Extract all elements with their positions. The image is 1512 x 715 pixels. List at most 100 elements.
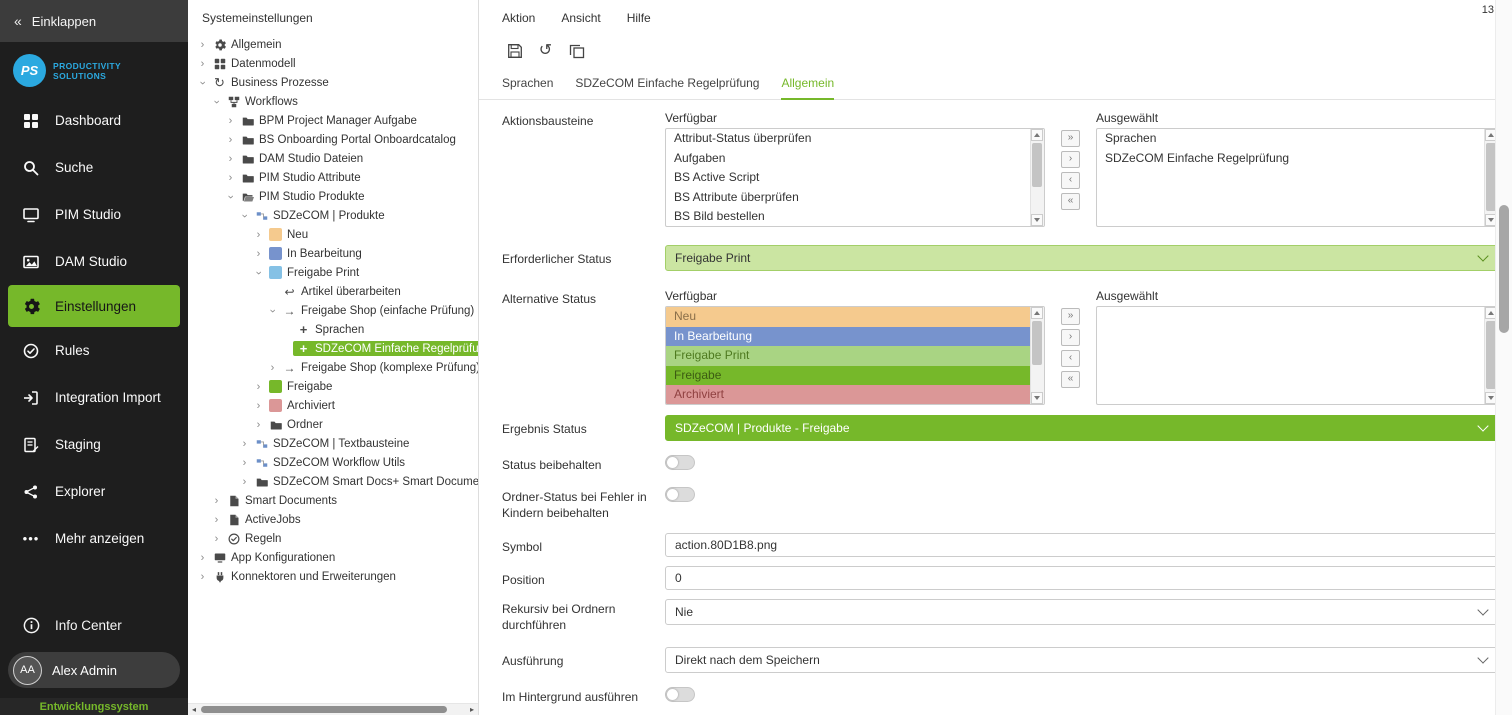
scrollbar-thumb[interactable]: [1032, 143, 1042, 187]
tree-item-sdzecom-workflow-utils[interactable]: ›SDZeCOM Workflow Utils: [188, 453, 478, 472]
expand-arrow-icon[interactable]: ›: [210, 495, 223, 507]
menu-hilfe[interactable]: Hilfe: [627, 11, 651, 25]
tree-item-workflows[interactable]: ›Workflows: [188, 92, 478, 111]
collapse-arrow-icon[interactable]: ›: [225, 190, 237, 203]
aktionsbausteine-available-list[interactable]: Attribut-Status überprüfenAufgabenBS Act…: [665, 128, 1045, 227]
tree-item-freigabe-print[interactable]: ›Freigabe Print: [188, 263, 478, 282]
ordner-status-toggle[interactable]: [665, 487, 695, 502]
list-option-archiviert[interactable]: Archiviert: [666, 385, 1031, 404]
sidebar-item-info-center[interactable]: Info Center: [0, 602, 188, 648]
menu-aktion[interactable]: Aktion: [502, 11, 535, 25]
expand-arrow-icon[interactable]: ›: [238, 457, 251, 469]
sidebar-item-dam-studio[interactable]: DAM Studio: [0, 238, 188, 285]
expand-arrow-icon[interactable]: ›: [196, 58, 209, 70]
copy-button[interactable]: [567, 42, 586, 61]
ergebnis-status-select[interactable]: SDZeCOM | Produkte - Freigabe: [665, 415, 1499, 441]
move-left-button[interactable]: ‹: [1061, 172, 1080, 189]
tree-node[interactable]: ↩Artikel überarbeiten: [279, 284, 405, 299]
im-hintergrund-toggle[interactable]: [665, 687, 695, 702]
tree-item-allgemein[interactable]: ›Allgemein: [188, 35, 478, 54]
user-menu[interactable]: AA Alex Admin: [8, 652, 180, 688]
tree-node[interactable]: +Sprachen: [293, 322, 368, 337]
expand-arrow-icon[interactable]: ›: [210, 533, 223, 545]
move-right-button[interactable]: ›: [1061, 329, 1080, 346]
sidebar-item-staging[interactable]: Staging: [0, 421, 188, 468]
move-all-left-button[interactable]: «: [1061, 371, 1080, 388]
list-option-bs-active-script[interactable]: BS Active Script: [666, 168, 1031, 188]
tree-node[interactable]: Freigabe: [265, 379, 336, 394]
scrollbar-thumb[interactable]: [1032, 321, 1042, 365]
list-option-attribut-status-ueberpruefen[interactable]: Attribut-Status überprüfen: [666, 129, 1031, 149]
main-vertical-scrollbar[interactable]: [1495, 0, 1512, 715]
tree-node[interactable]: BS Onboarding Portal Onboardcatalog: [237, 132, 460, 147]
list-option-sdzecom-einfache-regelpruefung[interactable]: SDZeCOM Einfache Regelprüfung: [1097, 149, 1485, 169]
list-scrollbar[interactable]: [1030, 129, 1044, 226]
move-left-button[interactable]: ‹: [1061, 350, 1080, 367]
tree-item-app-konfigurationen[interactable]: ›App Konfigurationen: [188, 548, 478, 567]
expand-arrow-icon[interactable]: ›: [196, 39, 209, 51]
expand-arrow-icon[interactable]: ›: [266, 362, 279, 374]
tree-node[interactable]: SDZeCOM Workflow Utils: [251, 455, 409, 470]
expand-arrow-icon[interactable]: ›: [224, 172, 237, 184]
tree-node[interactable]: Archiviert: [265, 398, 339, 413]
tree-item-neu[interactable]: ›Neu: [188, 225, 478, 244]
sidebar-item-integration-import[interactable]: Integration Import: [0, 374, 188, 421]
expand-arrow-icon[interactable]: ›: [224, 134, 237, 146]
tree-node[interactable]: App Konfigurationen: [209, 550, 339, 565]
expand-arrow-icon[interactable]: ›: [238, 476, 251, 488]
expand-arrow-icon[interactable]: ›: [252, 229, 265, 241]
tree-item-pim-studio-attribute[interactable]: ›PIM Studio Attribute: [188, 168, 478, 187]
expand-arrow-icon[interactable]: ›: [252, 400, 265, 412]
list-option-sprachen[interactable]: Sprachen: [1097, 129, 1485, 149]
symbol-input[interactable]: [665, 533, 1499, 557]
expand-arrow-icon[interactable]: ›: [238, 438, 251, 450]
sidebar-item-suche[interactable]: Suche: [0, 144, 188, 191]
tree-node[interactable]: Workflows: [223, 94, 302, 109]
tree-item-business-prozesse[interactable]: ›↻Business Prozesse: [188, 73, 478, 92]
list-scrollbar[interactable]: [1030, 307, 1044, 404]
tree-item-freigabe-shop-einfache-pruefung[interactable]: ›→Freigabe Shop (einfache Prüfung): [188, 301, 478, 320]
expand-arrow-icon[interactable]: ›: [252, 419, 265, 431]
tree-item-datenmodell[interactable]: ›Datenmodell: [188, 54, 478, 73]
expand-arrow-icon[interactable]: ›: [252, 381, 265, 393]
expand-arrow-icon[interactable]: ›: [224, 115, 237, 127]
tree-item-smart-documents[interactable]: ›Smart Documents: [188, 491, 478, 510]
expand-arrow-icon[interactable]: ›: [196, 552, 209, 564]
tree-node[interactable]: Regeln: [223, 531, 285, 546]
tree-node[interactable]: SDZeCOM Smart Docs+ Smart Documents+ Ele…: [251, 474, 479, 489]
tree-item-pim-studio-produkte[interactable]: ›PIM Studio Produkte: [188, 187, 478, 206]
list-option-freigabe-print[interactable]: Freigabe Print: [666, 346, 1031, 366]
tree-node[interactable]: →Freigabe Shop (einfache Prüfung): [279, 303, 478, 318]
tree-item-activejobs[interactable]: ›ActiveJobs: [188, 510, 478, 529]
scroll-up-icon[interactable]: [1031, 129, 1043, 141]
collapse-arrow-icon[interactable]: ›: [267, 304, 279, 317]
tree-item-artikel-ueberarbeiten[interactable]: ↩Artikel überarbeiten: [188, 282, 478, 301]
tree-item-regeln[interactable]: ›Regeln: [188, 529, 478, 548]
scroll-left-icon[interactable]: ◂: [189, 705, 199, 714]
move-all-right-button[interactable]: »: [1061, 130, 1080, 147]
tree-item-dam-studio-dateien[interactable]: ›DAM Studio Dateien: [188, 149, 478, 168]
tab-allgemein[interactable]: Allgemein: [781, 76, 834, 100]
tree-item-archiviert[interactable]: ›Archiviert: [188, 396, 478, 415]
tree-node[interactable]: ↻Business Prozesse: [209, 75, 333, 90]
tree-item-sdzecom-textbausteine[interactable]: ›SDZeCOM | Textbausteine: [188, 434, 478, 453]
status-beibehalten-toggle[interactable]: [665, 455, 695, 470]
tree-node[interactable]: Freigabe Print: [265, 265, 363, 280]
menu-ansicht[interactable]: Ansicht: [561, 11, 600, 25]
tree-node[interactable]: Konnektoren und Erweiterungen: [209, 569, 400, 584]
tree-item-bs-onboarding-portal-onboardcatalog[interactable]: ›BS Onboarding Portal Onboardcatalog: [188, 130, 478, 149]
tree-node-selected[interactable]: +SDZeCOM Einfache Regelprüfung: [293, 341, 479, 356]
tree-item-bpm-project-manager-aufgabe[interactable]: ›BPM Project Manager Aufgabe: [188, 111, 478, 130]
list-option-bs-bild-bestellen[interactable]: BS Bild bestellen: [666, 207, 1031, 226]
expand-arrow-icon[interactable]: ›: [210, 514, 223, 526]
tree-item-ordner[interactable]: ›Ordner: [188, 415, 478, 434]
tree-item-sdzecom-produkte[interactable]: ›SDZeCOM | Produkte: [188, 206, 478, 225]
list-option-aufgaben[interactable]: Aufgaben: [666, 149, 1031, 169]
scrollbar-thumb[interactable]: [201, 706, 447, 713]
tree-node[interactable]: ActiveJobs: [223, 512, 305, 527]
refresh-button[interactable]: ↺: [536, 42, 555, 61]
scroll-up-icon[interactable]: [1031, 307, 1043, 319]
expand-arrow-icon[interactable]: ›: [196, 571, 209, 583]
rekursiv-select[interactable]: Nie: [665, 599, 1499, 625]
list-option-neu[interactable]: Neu: [666, 307, 1031, 327]
